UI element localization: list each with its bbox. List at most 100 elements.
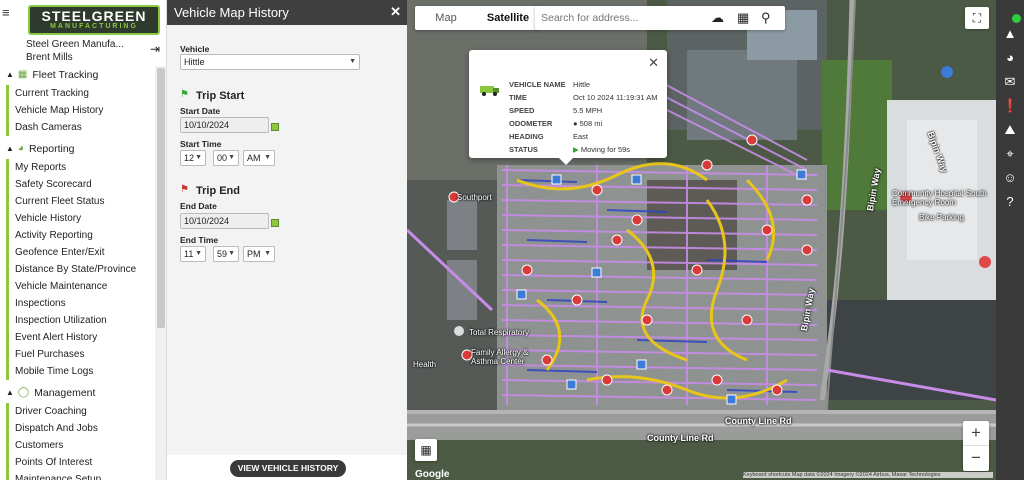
poi-label: Southport bbox=[457, 193, 492, 202]
start-date-field[interactable]: 10/10/2024 bbox=[180, 117, 269, 133]
panel-body: Vehicle Hittle ▼ ⚑ Trip Start Start Date… bbox=[167, 25, 407, 455]
sidebar-item-driver-coaching[interactable]: Driver Coaching bbox=[9, 403, 155, 420]
logout-icon[interactable]: ⇥ bbox=[150, 42, 160, 56]
sidebar-item-points-of-interest[interactable]: Points Of Interest bbox=[9, 454, 155, 471]
grid-layers-icon[interactable]: ▦ bbox=[415, 439, 437, 461]
sidebar-item-geofence[interactable]: Geofence Enter/Exit bbox=[9, 244, 155, 261]
sidebar-item-inspection-utilization[interactable]: Inspection Utilization bbox=[9, 312, 155, 329]
weather-icon[interactable]: ☁ bbox=[711, 10, 724, 26]
panel-title: Vehicle Map History bbox=[174, 5, 289, 20]
sidebar-item-current-tracking[interactable]: Current Tracking bbox=[9, 85, 155, 102]
cog-icon: ◯ bbox=[17, 387, 30, 398]
satellite-map[interactable]: County Line Rd County Line Rd Bipin Way … bbox=[407, 0, 996, 480]
sidebar-item-inspections[interactable]: Inspections bbox=[9, 295, 155, 312]
end-minute-value: 59 bbox=[217, 249, 228, 259]
zoom-out-button[interactable]: − bbox=[963, 446, 989, 471]
chevron-down-icon: ▼ bbox=[195, 154, 202, 161]
user-name: Brent Mills bbox=[26, 52, 73, 63]
section-management[interactable]: ▲ ◯ Management bbox=[0, 384, 155, 401]
pie-chart-icon[interactable]: ◕ bbox=[1002, 50, 1018, 66]
start-ampm-select[interactable]: AM ▼ bbox=[243, 150, 275, 166]
end-date-field[interactable]: 10/10/2024 bbox=[180, 213, 269, 229]
tab-satellite[interactable]: Satellite bbox=[477, 6, 539, 30]
sidebar-item-customers[interactable]: Customers bbox=[9, 437, 155, 454]
tab-map[interactable]: Map bbox=[415, 6, 477, 30]
close-icon[interactable]: ✕ bbox=[390, 4, 401, 20]
end-minute-select[interactable]: 59 ▼ bbox=[213, 246, 239, 262]
hamburger-menu-icon[interactable]: ≡ bbox=[2, 6, 14, 20]
calendar-icon[interactable] bbox=[271, 219, 279, 227]
start-hour-select[interactable]: 12 ▼ bbox=[180, 150, 206, 166]
sidebar-item-vehicle-map-history[interactable]: Vehicle Map History bbox=[9, 102, 155, 119]
green-flag-icon: ⚑ bbox=[180, 89, 189, 100]
sidebar-item-activity-reporting[interactable]: Activity Reporting bbox=[9, 227, 155, 244]
sidebar-item-dash-cameras[interactable]: Dash Cameras bbox=[9, 119, 155, 136]
section-fleet-tracking[interactable]: ▲ ▦ Fleet Tracking bbox=[0, 66, 155, 83]
sidebar-item-my-reports[interactable]: My Reports bbox=[9, 159, 155, 176]
sidebar-item-vehicle-history[interactable]: Vehicle History bbox=[9, 210, 155, 227]
chevron-down-icon: ▼ bbox=[349, 58, 356, 65]
status-dot-icon bbox=[1012, 14, 1021, 23]
section-label: Management bbox=[34, 386, 96, 399]
zoom-in-button[interactable]: + bbox=[963, 421, 989, 446]
sidebar-item-current-fleet-status[interactable]: Current Fleet Status bbox=[9, 193, 155, 210]
map-fold-icon[interactable]: ▦ bbox=[737, 10, 749, 26]
smiley-icon[interactable]: ☺ bbox=[1002, 170, 1018, 186]
sidebar-scrollbar[interactable] bbox=[155, 66, 166, 480]
calendar-icon[interactable] bbox=[271, 123, 279, 131]
vehicle-label: Vehicle bbox=[180, 44, 210, 54]
company-logo: STEELGREEN MANUFACTURING bbox=[28, 5, 160, 35]
popup-time: Oct 10 2024 11:19:31 AM bbox=[573, 93, 658, 102]
mail-icon[interactable]: ✉ bbox=[1002, 74, 1018, 90]
crosshair-icon[interactable]: ⌖ bbox=[1002, 146, 1018, 162]
section-label: Fleet Tracking bbox=[32, 68, 99, 81]
address-search-input[interactable] bbox=[541, 11, 706, 25]
chevron-up-icon: ▲ bbox=[6, 144, 14, 153]
sidebar-item-fuel-purchases[interactable]: Fuel Purchases bbox=[9, 346, 155, 363]
map-attribution: Keyboard shortcuts Map data ©2024 Imager… bbox=[743, 472, 993, 478]
odometer-icon: ● bbox=[573, 119, 580, 128]
fleet-tracking-items: Current Tracking Vehicle Map History Das… bbox=[6, 85, 155, 136]
management-items: Driver Coaching Dispatch And Jobs Custom… bbox=[6, 403, 155, 480]
close-icon[interactable]: ✕ bbox=[648, 55, 659, 71]
sidebar-item-event-alert-history[interactable]: Event Alert History bbox=[9, 329, 155, 346]
end-date-label: End Date bbox=[180, 201, 217, 211]
popup-heading: East bbox=[573, 132, 589, 141]
popup-status-value: Moving for 59s bbox=[580, 145, 631, 154]
map-type-toggle: Map Satellite bbox=[415, 6, 539, 30]
sidebar-item-safety-scorecard[interactable]: Safety Scorecard bbox=[9, 176, 155, 193]
right-toolbar: ▲ ◕ ✉ ❗ ⛰ ⌖ ☺ ? bbox=[996, 0, 1024, 480]
google-logo: Google bbox=[415, 469, 450, 480]
sidebar-item-maintenance-setup[interactable]: Maintenance Setup bbox=[9, 471, 155, 480]
scrollbar-thumb[interactable] bbox=[157, 68, 165, 328]
sidebar-item-vehicle-maintenance[interactable]: Vehicle Maintenance bbox=[9, 278, 155, 295]
location-pin-icon[interactable]: ⚲ bbox=[761, 10, 771, 26]
sidebar-item-mobile-time-logs[interactable]: Mobile Time Logs bbox=[9, 363, 155, 380]
popup-vehicle-name: Hittle bbox=[573, 80, 591, 89]
start-ampm-value: AM bbox=[247, 153, 261, 163]
help-icon[interactable]: ? bbox=[1002, 194, 1018, 210]
poi-label: Health bbox=[413, 360, 437, 369]
zoom-control: + − bbox=[963, 421, 989, 471]
section-label: Reporting bbox=[28, 142, 75, 155]
sidebar-item-dispatch-and-jobs[interactable]: Dispatch And Jobs bbox=[9, 420, 155, 437]
chevron-down-icon: ▼ bbox=[264, 250, 271, 257]
panel-footer: VIEW VEHICLE HISTORY bbox=[167, 455, 407, 480]
alert-icon[interactable]: ❗ bbox=[1002, 98, 1018, 114]
fullscreen-icon[interactable]: ⛶ bbox=[965, 7, 989, 29]
end-hour-select[interactable]: 11 ▼ bbox=[180, 246, 206, 262]
popup-key: STATUS bbox=[509, 145, 538, 154]
road-icon[interactable]: ▲ bbox=[1002, 26, 1018, 42]
logo-line2: MANUFACTURING bbox=[50, 23, 138, 30]
start-hour-value: 12 bbox=[184, 153, 195, 163]
vehicle-select[interactable]: Hittle ▼ bbox=[180, 54, 360, 70]
start-minute-select[interactable]: 00 ▼ bbox=[213, 150, 239, 166]
section-reporting[interactable]: ▲ ◕ Reporting bbox=[0, 140, 155, 157]
popup-key: SPEED bbox=[509, 106, 535, 115]
vehicle-map-history-panel: Vehicle Map History ✕ Vehicle Hittle ▼ ⚑… bbox=[167, 0, 407, 480]
end-ampm-select[interactable]: PM ▼ bbox=[243, 246, 275, 262]
chevron-up-icon: ▲ bbox=[6, 70, 14, 79]
view-vehicle-history-button[interactable]: VIEW VEHICLE HISTORY bbox=[230, 460, 346, 477]
sidebar-item-distance-by-state[interactable]: Distance By State/Province bbox=[9, 261, 155, 278]
highway-icon[interactable]: ⛰ bbox=[1002, 122, 1018, 138]
